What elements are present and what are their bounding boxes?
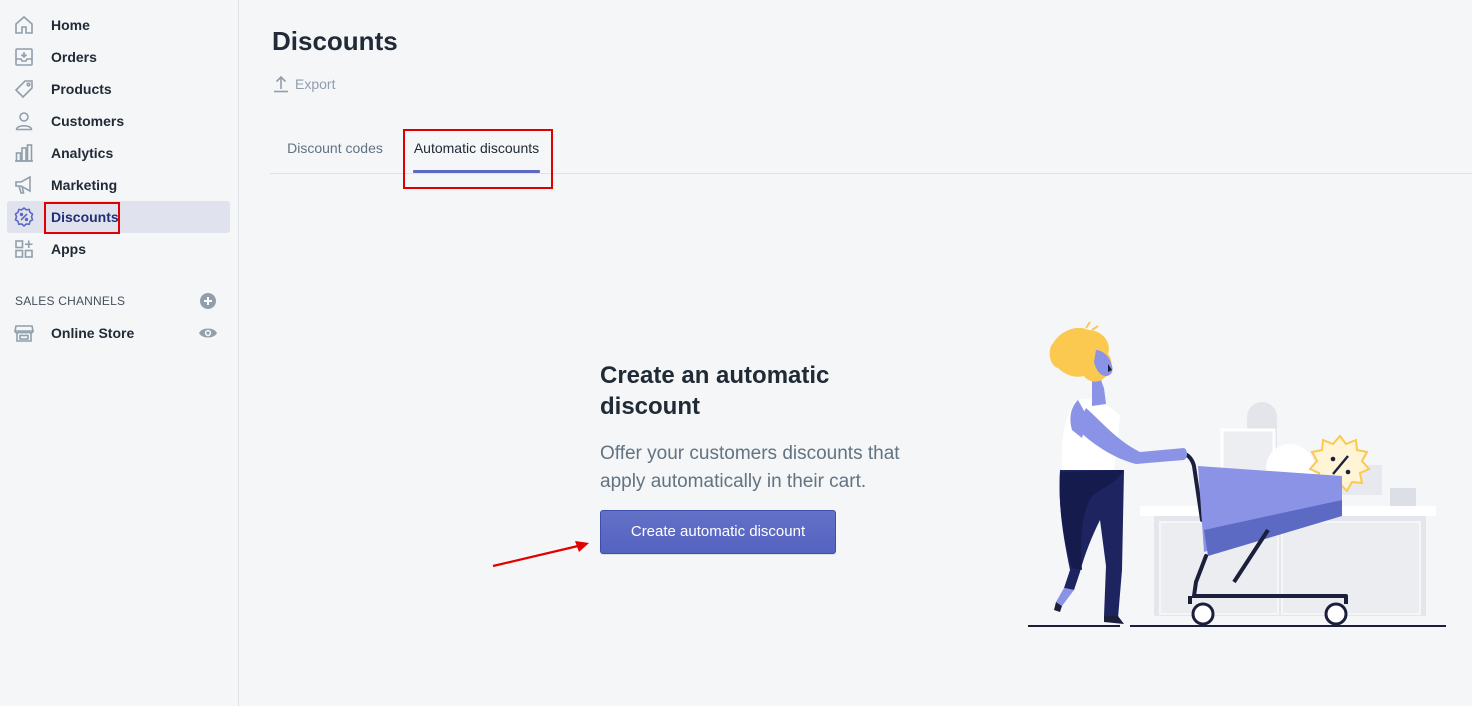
annotation-highlight-box (403, 129, 553, 189)
sales-channels-title: SALES CHANNELS (15, 294, 126, 308)
export-button[interactable]: Export (272, 74, 335, 94)
store-icon (13, 322, 35, 344)
tag-icon (13, 78, 35, 100)
discount-badge-icon (13, 206, 35, 228)
empty-state-description: Offer your customers discounts that appl… (600, 443, 900, 492)
person-icon (13, 110, 35, 132)
sidebar-item-marketing[interactable]: Marketing (7, 169, 230, 201)
megaphone-icon (13, 174, 35, 196)
sidebar-item-label: Orders (51, 49, 97, 65)
sidebar-item-label: Analytics (51, 145, 114, 161)
home-icon (13, 14, 35, 36)
empty-state-heading: Create an automatic discount (600, 362, 830, 420)
sidebar-item-apps[interactable]: Apps (7, 233, 230, 265)
sidebar-item-analytics[interactable]: Analytics (7, 137, 230, 169)
create-automatic-discount-button[interactable]: Create automatic discount (600, 510, 836, 554)
sidebar-item-label: Products (51, 81, 112, 97)
sidebar-item-home[interactable]: Home (7, 9, 230, 41)
sidebar-item-products[interactable]: Products (7, 73, 230, 105)
bar-chart-icon (13, 142, 35, 164)
sidebar-item-label: Home (51, 17, 90, 33)
annotation-arrow-icon (492, 541, 589, 568)
export-label: Export (295, 76, 336, 92)
upload-icon (274, 75, 288, 93)
sidebar-item-label: Marketing (51, 177, 118, 193)
page-title: Discounts (272, 26, 398, 56)
sidebar-item-label: Apps (51, 241, 86, 257)
sidebar-item-orders[interactable]: Orders (7, 41, 230, 73)
eye-icon[interactable] (198, 325, 218, 341)
sidebar-item-online-store[interactable]: Online Store (7, 317, 230, 349)
add-circle-icon[interactable] (199, 292, 217, 310)
shopper-cart-illustration (1028, 321, 1446, 627)
sidebar: Home Orders Products Customers Analytics (0, 0, 239, 706)
sidebar-item-label: Customers (51, 113, 125, 129)
orders-icon (13, 46, 35, 68)
sidebar-item-label: Online Store (51, 325, 135, 341)
app-window: Home Orders Products Customers Analytics (0, 0, 1472, 706)
sidebar-item-customers[interactable]: Customers (7, 105, 230, 137)
annotation-highlight-box (44, 202, 120, 234)
apps-grid-icon (13, 238, 35, 260)
tab-discount-codes[interactable]: Discount codes (278, 120, 392, 174)
